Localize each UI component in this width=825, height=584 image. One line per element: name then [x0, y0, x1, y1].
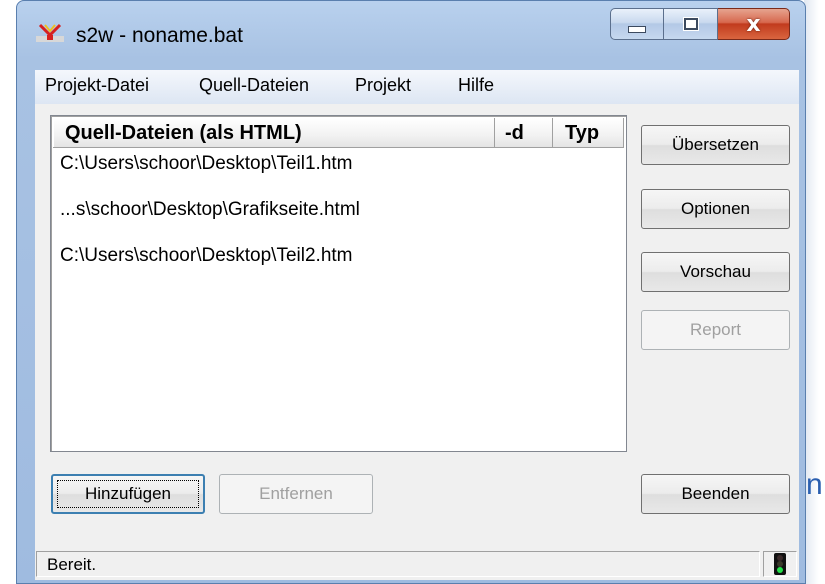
caption-buttons: x — [610, 8, 790, 46]
minimize-icon — [628, 25, 646, 33]
list-header: Quell-Dateien (als HTML) -d Typ — [53, 118, 624, 148]
vorschau-label: Vorschau — [680, 262, 751, 281]
uebersetzen-button[interactable]: Übersetzen — [641, 125, 790, 165]
optionen-button[interactable]: Optionen — [641, 189, 790, 229]
minimize-button[interactable] — [610, 8, 664, 40]
optionen-label: Optionen — [681, 199, 750, 218]
close-icon: x — [746, 11, 761, 37]
source-files-list[interactable]: Quell-Dateien (als HTML) -d Typ C:\Users… — [50, 115, 627, 452]
list-item[interactable]: C:\Users\schoor\Desktop\Teil1.htm — [60, 153, 353, 175]
traffic-light-icon — [774, 553, 786, 575]
hinzufuegen-button[interactable]: Hinzufügen — [51, 474, 205, 514]
background-text-fragment: n — [806, 468, 823, 501]
hinzufuegen-label: Hinzufügen — [84, 484, 171, 503]
traffic-light-green-lamp — [777, 567, 783, 573]
maximize-button[interactable] — [664, 8, 718, 40]
uebersetzen-label: Übersetzen — [672, 135, 759, 154]
window-title: s2w - noname.bat — [76, 24, 243, 47]
list-item[interactable]: C:\Users\schoor\Desktop\Teil2.htm — [60, 245, 353, 267]
column-header-typ[interactable]: Typ — [553, 118, 624, 148]
list-item[interactable]: ...s\schoor\Desktop\Grafikseite.html — [60, 199, 360, 221]
maximize-icon — [683, 18, 698, 30]
beenden-button[interactable]: Beenden — [641, 474, 790, 514]
s2w-app-icon — [36, 23, 64, 42]
close-button[interactable]: x — [718, 8, 790, 40]
vorschau-button[interactable]: Vorschau — [641, 252, 790, 292]
report-label: Report — [689, 320, 742, 339]
entfernen-label: Entfernen — [259, 484, 333, 503]
client-area: Projekt-Datei Quell-Dateien Projekt Hilf… — [35, 70, 799, 580]
entfernen-button[interactable]: Entfernen — [219, 474, 373, 514]
title-bar[interactable]: s2w - noname.bat x — [16, 0, 806, 64]
menu-quell-dateien[interactable]: Quell-Dateien — [199, 75, 309, 96]
menu-bar: Projekt-Datei Quell-Dateien Projekt Hilf… — [35, 70, 799, 105]
status-indicator-box — [763, 551, 797, 577]
main-panel: Quell-Dateien (als HTML) -d Typ C:\Users… — [35, 104, 799, 580]
menu-hilfe[interactable]: Hilfe — [458, 75, 494, 96]
report-button[interactable]: Report — [641, 310, 790, 350]
menu-projekt[interactable]: Projekt — [355, 75, 411, 96]
status-text: Bereit. — [47, 555, 97, 574]
column-header-source-files[interactable]: Quell-Dateien (als HTML) — [53, 118, 495, 148]
status-bar: Bereit. — [35, 549, 799, 580]
status-field: Bereit. — [36, 551, 760, 577]
menu-projekt-datei[interactable]: Projekt-Datei — [45, 75, 149, 96]
app-window: s2w - noname.bat x Projekt-Datei Quell-D… — [16, 0, 806, 584]
beenden-label: Beenden — [681, 484, 750, 503]
column-header-d[interactable]: -d — [495, 118, 553, 148]
